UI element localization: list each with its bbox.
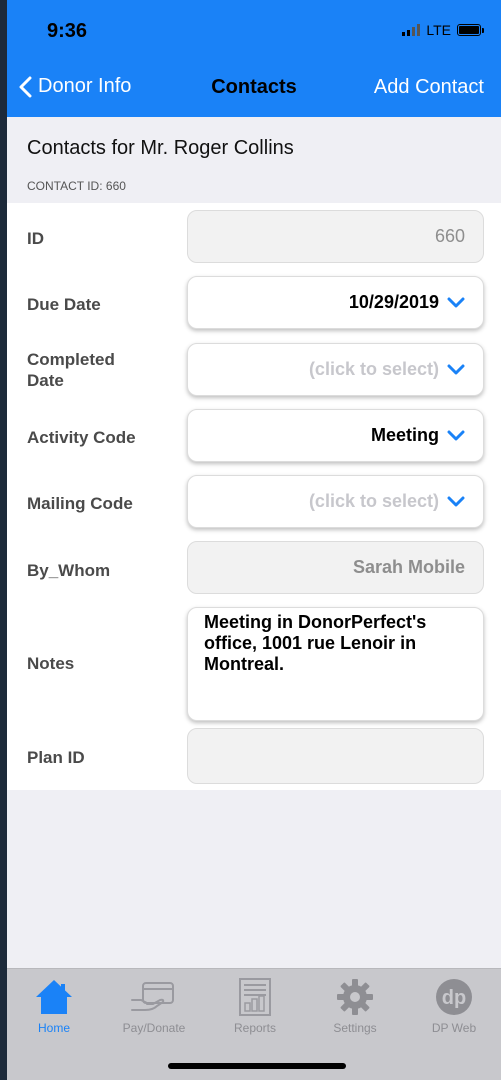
id-label: ID — [27, 229, 44, 248]
tab-label-dp-web: DP Web — [431, 1021, 477, 1035]
activity-code-label: Activity Code — [27, 428, 136, 447]
activity-code-select[interactable]: Meeting — [187, 409, 484, 462]
id-value: 660 — [434, 226, 465, 246]
chevron-down-icon — [447, 297, 465, 307]
by-whom-field: Sarah Mobile — [187, 541, 484, 594]
tab-pay-donate[interactable]: Pay/Donate — [109, 977, 199, 1035]
top-bar: 9:36 LTE Donor Info Contacts Add Contact — [7, 0, 501, 117]
chevron-down-icon — [447, 364, 465, 374]
svg-text:dp: dp — [442, 987, 466, 1009]
gear-icon — [337, 979, 373, 1015]
tab-label-pay-donate: Pay/Donate — [122, 1021, 186, 1035]
notes-textarea[interactable]: Meeting in DonorPerfect's office, 1001 r… — [187, 607, 484, 721]
back-button[interactable]: Donor Info — [19, 75, 131, 98]
due-date-value: 10/29/2019 — [348, 292, 439, 312]
network-label: LTE — [426, 22, 451, 38]
id-field: 660 — [187, 210, 484, 263]
due-date-label: Due Date — [27, 295, 101, 314]
tab-settings[interactable]: Settings — [310, 977, 400, 1035]
chevron-down-icon — [447, 430, 465, 440]
by-whom-value: Sarah Mobile — [352, 557, 465, 577]
home-indicator — [168, 1063, 346, 1069]
tab-label-reports: Reports — [233, 1021, 277, 1035]
plan-id-label: Plan ID — [27, 748, 85, 767]
completed-date-placeholder: (click to select) — [308, 359, 439, 379]
add-contact-button[interactable]: Add Contact — [374, 76, 484, 99]
signal-icon — [402, 24, 421, 36]
home-icon — [36, 980, 72, 1014]
tab-home[interactable]: Home — [9, 977, 99, 1035]
dp-logo-icon: dp — [436, 979, 472, 1015]
report-icon — [239, 978, 271, 1016]
status-indicators: LTE — [402, 22, 484, 38]
chevron-left-icon — [19, 76, 32, 97]
tab-dp-web[interactable]: dp DP Web — [409, 977, 499, 1035]
tab-label-settings: Settings — [333, 1021, 377, 1035]
mailing-code-label: Mailing Code — [27, 494, 133, 513]
chevron-down-icon — [447, 496, 465, 506]
mailing-code-placeholder: (click to select) — [308, 491, 439, 511]
due-date-select[interactable]: 10/29/2019 — [187, 276, 484, 329]
by-whom-label: By_Whom — [27, 561, 111, 580]
contacts-heading: Contacts for Mr. Roger Collins — [27, 137, 294, 159]
mailing-code-select[interactable]: (click to select) — [187, 475, 484, 528]
battery-icon — [457, 24, 484, 36]
credit-card-hand-icon — [131, 982, 174, 1011]
completed-date-select[interactable]: (click to select) — [187, 343, 484, 396]
app-screen: 9:36 LTE Donor Info Contacts Add Contact… — [7, 0, 501, 1080]
plan-id-field[interactable] — [187, 728, 484, 784]
status-time: 9:36 — [47, 20, 88, 42]
tab-label-home: Home — [37, 1021, 70, 1035]
contact-id-caption: CONTACT ID: 660 — [27, 179, 126, 193]
page-title: Contacts — [211, 76, 297, 98]
notes-label: Notes — [27, 654, 75, 673]
tab-reports[interactable]: Reports — [210, 977, 300, 1035]
completed-date-label: Completed Date — [27, 350, 115, 390]
activity-code-value: Meeting — [370, 425, 439, 445]
contact-form: ID 660 Due Date 10/29/2019 Completed Dat… — [7, 203, 501, 790]
back-label: Donor Info — [38, 75, 132, 97]
